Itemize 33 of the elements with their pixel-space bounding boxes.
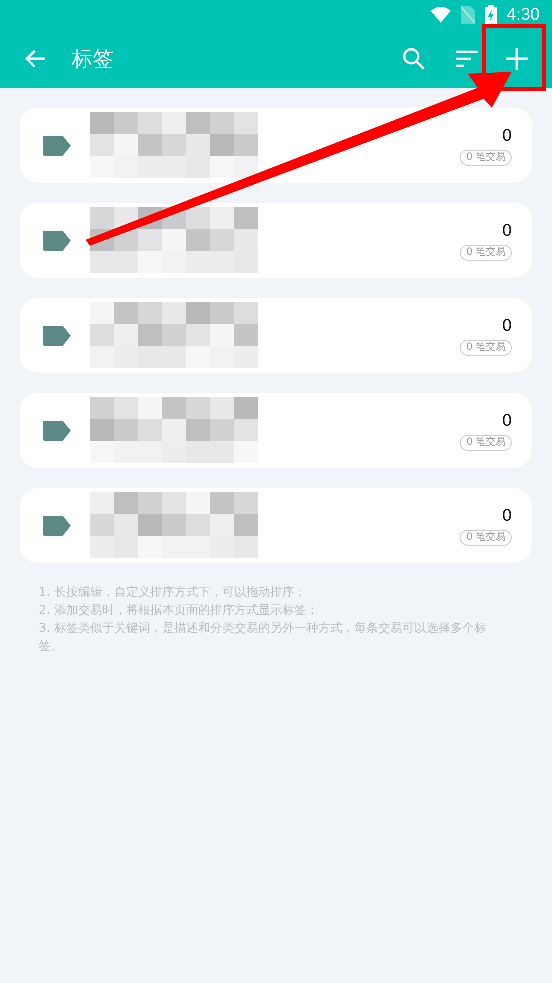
tag-icon [43,420,71,440]
help-note: 3. 标签类似于关键词，是描述和分类交易的另外一种方式，每条交易可以选择多个标签。 [39,620,488,655]
tag-amount: 0 [502,220,512,240]
tag-amount: 0 [502,126,512,146]
tag-amount: 0 [502,316,512,336]
tag-amount: 0 [502,506,512,526]
tag-icon [43,326,71,346]
tag-card[interactable]: 0 0 笔交易 [20,488,532,563]
sort-icon[interactable] [456,50,478,68]
tag-card[interactable]: 0 0 笔交易 [20,108,532,183]
highlight-frame [482,24,546,91]
page-title: 标签 [72,46,114,73]
transaction-count-badge: 0 笔交易 [460,340,512,356]
wifi-icon [430,7,451,23]
help-note: 2. 添加交易时，将根据本页面的排序方式显示标签； [39,602,320,619]
transaction-count-badge: 0 笔交易 [460,150,512,166]
transaction-count-badge: 0 笔交易 [460,244,512,260]
transaction-count-badge: 0 笔交易 [460,530,512,546]
tag-icon [43,136,71,156]
tag-card[interactable]: 0 0 笔交易 [20,203,532,278]
transaction-count-badge: 0 笔交易 [460,434,512,450]
add-icon[interactable] [506,48,528,70]
search-icon[interactable] [402,47,426,71]
no-sim-icon [460,6,475,24]
tag-icon [43,230,71,250]
tag-card[interactable]: 0 0 笔交易 [20,298,532,373]
tag-amount: 0 [502,410,512,430]
help-note: 1. 长按编辑，自定义排序方式下，可以拖动排序； [39,584,308,601]
battery-charging-icon [484,5,497,25]
tag-icon [43,516,71,536]
tag-card[interactable]: 0 0 笔交易 [20,393,532,468]
back-arrow-icon[interactable] [24,49,46,69]
status-time: 4:30 [506,5,540,25]
